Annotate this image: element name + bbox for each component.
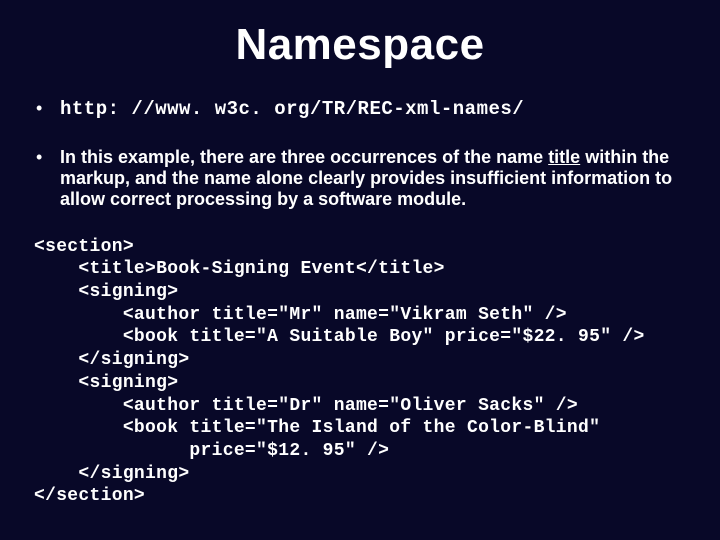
slide: Namespace http: //www. w3c. org/TR/REC-x…	[0, 0, 720, 540]
bullet-url: http: //www. w3c. org/TR/REC-xml-names/	[30, 98, 690, 121]
bullet-description: In this example, there are three occurre…	[30, 147, 690, 210]
desc-pre: In this example, there are three occurre…	[60, 147, 548, 167]
bullet-list: http: //www. w3c. org/TR/REC-xml-names/ …	[30, 98, 690, 210]
url-text: http: //www. w3c. org/TR/REC-xml-names/	[60, 98, 524, 120]
desc-underlined-word: title	[548, 147, 580, 167]
description-text: In this example, there are three occurre…	[60, 147, 672, 209]
slide-title: Namespace	[30, 20, 690, 70]
xml-code-block: <section> <title>Book-Signing Event</tit…	[34, 236, 690, 508]
